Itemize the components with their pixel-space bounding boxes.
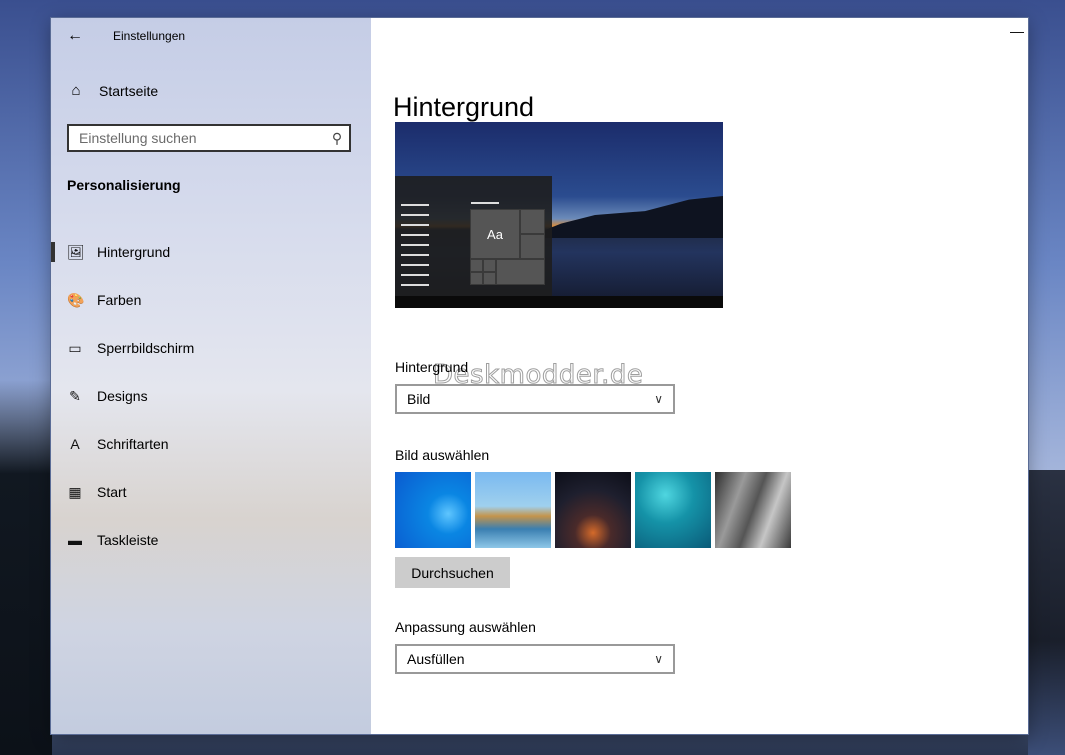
search-box[interactable]: ⚲ bbox=[67, 124, 351, 152]
taskbar-icon: ▬ bbox=[68, 532, 82, 548]
sidebar-item-start[interactable]: ▦ Start bbox=[51, 468, 371, 516]
picture-thumbnail[interactable] bbox=[635, 472, 711, 548]
desktop-preview: Aa bbox=[395, 122, 723, 308]
palette-icon: 🎨 bbox=[67, 291, 85, 308]
sidebar-item-label: Start bbox=[97, 484, 127, 500]
picture-thumbnail[interactable] bbox=[395, 472, 471, 548]
preview-tile bbox=[483, 272, 496, 285]
sidebar-item-designs[interactable]: ✎ Designs bbox=[51, 372, 371, 420]
sidebar-nav: 🖼 Hintergrund 🎨 Farben ▭ Sperrbildschirm… bbox=[51, 228, 371, 564]
sidebar-item-sperrbildschirm[interactable]: ▭ Sperrbildschirm bbox=[51, 324, 371, 372]
picture-thumbnail[interactable] bbox=[555, 472, 631, 548]
page-title: Hintergrund bbox=[393, 92, 535, 123]
start-icon: ▦ bbox=[68, 483, 82, 500]
background-type-dropdown[interactable]: Bild ∨ bbox=[395, 384, 675, 414]
preview-start-menu: Aa bbox=[395, 176, 552, 296]
fit-dropdown[interactable]: Ausfüllen ∨ bbox=[395, 644, 675, 674]
picture-thumbnails bbox=[395, 472, 791, 548]
sidebar-item-taskleiste[interactable]: ▬ Taskleiste bbox=[51, 516, 371, 564]
desktop-wallpaper-right bbox=[1028, 470, 1065, 755]
sidebar-home-link[interactable]: ⌂ Startseite bbox=[67, 82, 158, 99]
main-content: — Hintergrund Aa Deskmodder.de Hintergru… bbox=[371, 18, 1028, 734]
sidebar-item-farben[interactable]: 🎨 Farben bbox=[51, 276, 371, 324]
lock-screen-icon: ▭ bbox=[68, 339, 82, 356]
sidebar-item-hintergrund[interactable]: 🖼 Hintergrund bbox=[51, 228, 371, 276]
sidebar-item-label: Sperrbildschirm bbox=[97, 340, 195, 356]
preview-tile bbox=[470, 259, 483, 272]
browse-button[interactable]: Durchsuchen bbox=[395, 557, 510, 588]
chevron-down-icon: ∨ bbox=[654, 652, 663, 666]
sidebar-item-label: Designs bbox=[97, 388, 148, 404]
sidebar-item-label: Taskleiste bbox=[97, 532, 159, 548]
background-label: Hintergrund bbox=[395, 359, 469, 375]
preview-tile bbox=[496, 259, 545, 285]
preview-tile bbox=[520, 209, 545, 234]
search-icon[interactable]: ⚲ bbox=[325, 130, 349, 147]
preview-tile bbox=[520, 234, 545, 259]
desktop-wallpaper-left bbox=[0, 380, 52, 755]
background-type-value: Bild bbox=[407, 391, 431, 407]
preview-tile-header bbox=[471, 202, 499, 204]
home-icon: ⌂ bbox=[71, 82, 81, 99]
back-arrow-icon[interactable]: ← bbox=[65, 26, 85, 46]
preview-tile bbox=[483, 259, 496, 272]
search-input[interactable] bbox=[77, 129, 325, 147]
window-title: Einstellungen bbox=[113, 29, 186, 43]
preview-tile-aa: Aa bbox=[470, 209, 520, 259]
sidebar: ← Einstellungen ⌂ Startseite ⚲ Personali… bbox=[51, 18, 371, 734]
preview-mountains bbox=[525, 195, 723, 238]
settings-window: ← Einstellungen ⌂ Startseite ⚲ Personali… bbox=[51, 18, 1028, 734]
themes-icon: ✎ bbox=[69, 387, 81, 404]
choose-picture-label: Bild auswählen bbox=[395, 447, 490, 463]
fonts-icon: A bbox=[70, 436, 80, 452]
preview-tile bbox=[470, 272, 483, 285]
picture-icon: 🖼 bbox=[67, 243, 85, 260]
sidebar-item-label: Hintergrund bbox=[97, 244, 171, 260]
sidebar-item-label: Schriftarten bbox=[97, 436, 169, 452]
section-title: Personalisierung bbox=[67, 177, 181, 193]
home-label: Startseite bbox=[99, 82, 159, 99]
preview-menu-lines bbox=[401, 204, 429, 294]
chevron-down-icon: ∨ bbox=[654, 392, 663, 406]
sidebar-item-schriftarten[interactable]: A Schriftarten bbox=[51, 420, 371, 468]
sidebar-item-label: Farben bbox=[97, 292, 142, 308]
minimize-icon[interactable]: — bbox=[1010, 23, 1024, 39]
fit-label: Anpassung auswählen bbox=[395, 619, 536, 635]
preview-taskbar bbox=[395, 296, 723, 308]
picture-thumbnail[interactable] bbox=[475, 472, 551, 548]
picture-thumbnail[interactable] bbox=[715, 472, 791, 548]
fit-value: Ausfüllen bbox=[407, 651, 465, 667]
